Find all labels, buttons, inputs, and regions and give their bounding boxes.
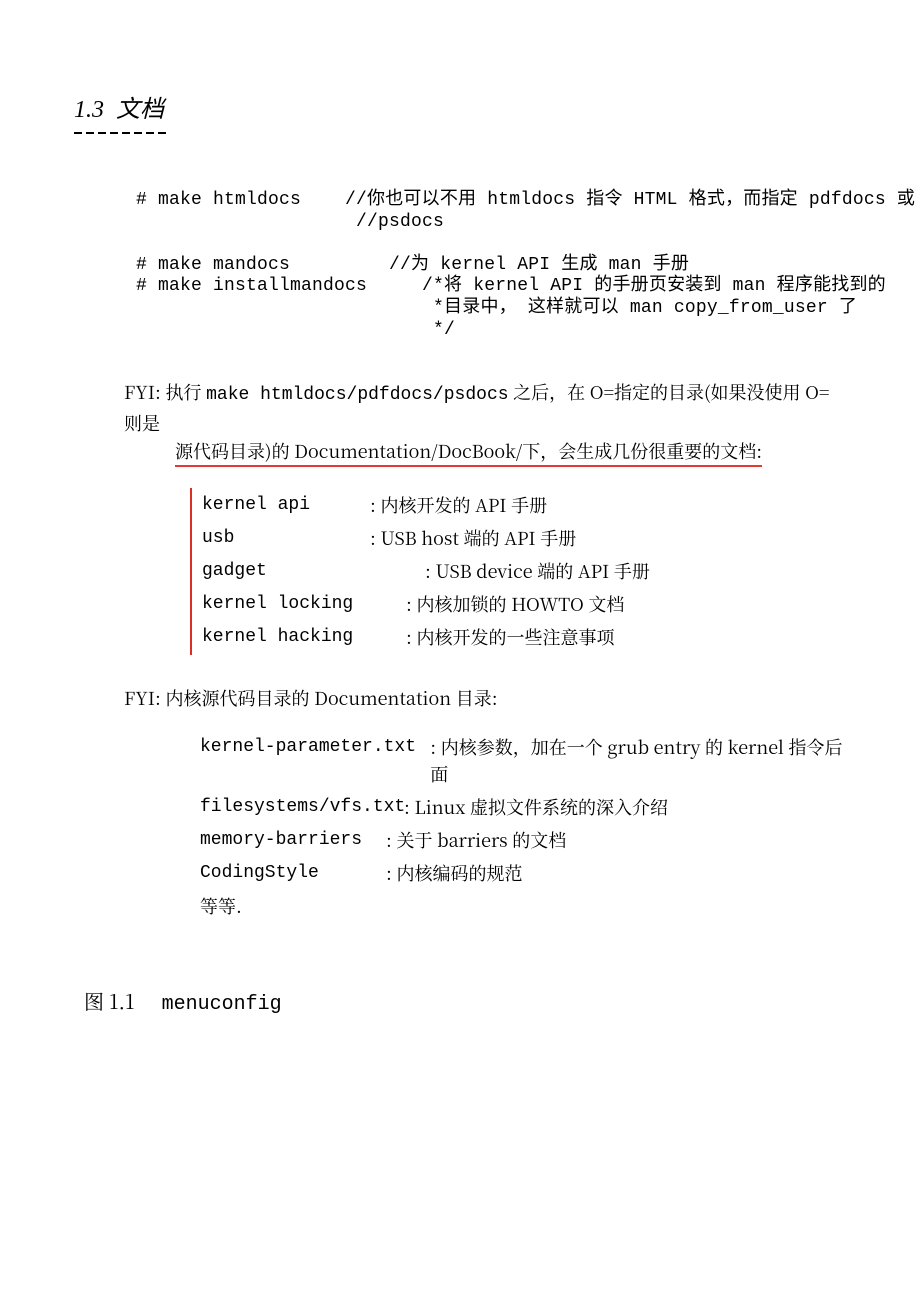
list-item: kernel-parameter.txt : 内核参数，加在一个 grub en… bbox=[200, 734, 846, 788]
doc-desc: : 内核加锁的 HOWTO 文档 bbox=[406, 591, 624, 618]
doc-name: kernel locking bbox=[202, 591, 398, 618]
figure-caption: 图 1.1 menuconfig bbox=[84, 986, 846, 1020]
etc: 等等. bbox=[200, 893, 846, 920]
doc-name: filesystems/vfs.txt bbox=[200, 794, 396, 821]
doc-name: kernel api bbox=[202, 492, 362, 519]
section-heading: 1.3 文档 bbox=[74, 92, 846, 128]
list-item: usb : USB host 端的 API 手册 bbox=[202, 525, 846, 552]
doc-desc: : 内核参数，加在一个 grub entry 的 kernel 指令后面 bbox=[430, 734, 846, 788]
fyi-documentation-dir: FYI: 内核源代码目录的 Documentation 目录: bbox=[124, 685, 846, 712]
list-item: kernel locking : 内核加锁的 HOWTO 文档 bbox=[202, 591, 846, 618]
fyi-label: FYI: bbox=[124, 379, 161, 405]
doc-name: gadget bbox=[202, 558, 417, 585]
section-rule bbox=[74, 132, 166, 134]
make-commands-code: # make htmldocs //你也可以不用 htmldocs 指令 HTM… bbox=[136, 190, 846, 341]
fyi-label: FYI: bbox=[124, 685, 161, 711]
doc-name: kernel hacking bbox=[202, 624, 398, 651]
doc-desc: : 内核开发的一些注意事项 bbox=[406, 624, 615, 651]
doc-name: CodingStyle bbox=[200, 860, 378, 887]
doc-desc: : USB host 端的 API 手册 bbox=[370, 525, 576, 552]
section-number: 1.3 bbox=[74, 97, 104, 123]
documentation-dir-list: kernel-parameter.txt : 内核参数，加在一个 grub en… bbox=[200, 734, 846, 920]
doc-desc: : Linux 虚拟文件系统的深入介绍 bbox=[404, 794, 668, 821]
doc-name: memory-barriers bbox=[200, 827, 378, 854]
list-item: filesystems/vfs.txt : Linux 虚拟文件系统的深入介绍 bbox=[200, 794, 846, 821]
list-item: kernel api : 内核开发的 API 手册 bbox=[202, 492, 846, 519]
fyi-docbook: FYI: 执行 make htmldocs/pdfdocs/psdocs 之后，… bbox=[124, 379, 846, 466]
figure-name: menuconfig bbox=[162, 993, 282, 1016]
doc-desc: : 关于 barriers 的文档 bbox=[386, 827, 566, 854]
fyi1-text-a: 执行 bbox=[165, 379, 206, 405]
fyi1-underlined-a: 源代码目录) bbox=[175, 438, 272, 467]
list-item: gadget : USB device 端的 API 手册 bbox=[202, 558, 846, 585]
doc-desc: : 内核开发的 API 手册 bbox=[370, 492, 547, 519]
doc-desc: : 内核编码的规范 bbox=[386, 860, 523, 887]
list-item: kernel hacking : 内核开发的一些注意事项 bbox=[202, 624, 846, 651]
doc-desc: : USB device 端的 API 手册 bbox=[425, 558, 650, 585]
list-item: CodingStyle : 内核编码的规范 bbox=[200, 860, 846, 887]
figure-number: 图 1.1 bbox=[84, 986, 135, 1015]
section-title: 文档 bbox=[116, 97, 164, 123]
doc-name: kernel-parameter.txt bbox=[200, 734, 422, 788]
list-item: memory-barriers : 关于 barriers 的文档 bbox=[200, 827, 846, 854]
fyi1-make-cmds: make htmldocs/pdfdocs/psdocs bbox=[206, 385, 508, 405]
docbook-docs-list: kernel api : 内核开发的 API 手册 usb : USB host… bbox=[190, 488, 846, 655]
fyi2-text: 内核源代码目录的 Documentation 目录: bbox=[165, 685, 497, 711]
fyi1-underlined-b: 的 Documentation/DocBook/下，会生成几份很重要的文档: bbox=[272, 438, 763, 467]
doc-name: usb bbox=[202, 525, 362, 552]
